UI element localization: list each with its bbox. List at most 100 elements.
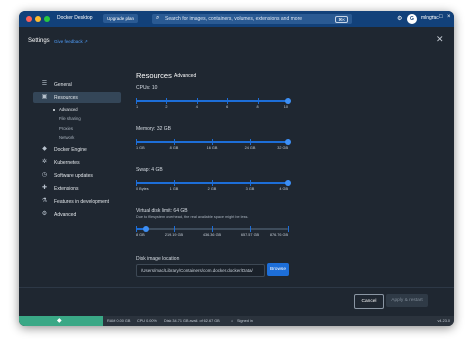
sidebar-item-docker-engine[interactable]: ◆ Docker Engine [33,144,121,155]
sidebar-item-resources[interactable]: ▣ Resources [33,92,121,103]
sidebar-item-extensions[interactable]: ✚ Extensions [33,183,121,194]
slider-fill [136,100,288,102]
sidebar-item-kubernetes[interactable]: ✲ Kubernetes [33,157,121,168]
slider-thumb[interactable] [142,225,149,232]
slider-tick [288,226,289,232]
memory-slider[interactable]: 1 GB 8 GB 16 GB 24 GB 32 GB [136,138,291,150]
active-sub-dot [53,109,55,111]
cpus-label: CPUs: 10 [136,85,158,91]
swap-slider[interactable]: 0 Bytes 1 GB 2 GB 3 GB 4 GB [136,179,291,191]
settings-gear-icon[interactable]: ⚙ [397,15,402,22]
slider-tick [212,180,213,186]
tab-advanced[interactable]: Advanced [174,73,196,79]
disk-limit-slider[interactable]: 8 GB 219.19 GB 436.36 GB 657.57 GB 876.76 GB [136,225,289,237]
status-bar: ◆ RAM 0.00 GB CPU 0.00% Disk 34.71 GB av… [19,316,454,326]
slider-thumb[interactable] [285,97,291,104]
slider-tick-label: 0 Bytes [136,187,149,191]
sidebar-item-software-updates[interactable]: ◷ Software updates [33,170,121,181]
slider-tick [196,98,198,104]
slider-tick-label: 8 [256,105,259,109]
username[interactable]: mlngrac [421,15,439,21]
slider-tick [136,139,137,145]
disk-limit-label: Virtual disk limit: 64 GB [136,208,188,214]
engine-status-block[interactable]: ◆ [19,316,103,326]
slider-tick-label: 16 GB [206,146,218,150]
maximize-window-button[interactable] [44,16,50,22]
apply-restart-button[interactable]: Apply & restart [386,294,428,307]
slider-tick-label: 1 GB [169,187,179,191]
slider-tick [250,226,251,232]
give-feedback-link[interactable]: Give feedback ↗ [54,39,88,45]
ram-usage: RAM 0.00 GB [107,318,131,323]
disk-limit-note: Due to filesystem overhead, the real ava… [136,215,249,219]
slider-tick-label: 8 GB [136,233,145,237]
sub-item-proxies[interactable]: Proxies [59,126,73,131]
sidebar-item-label: Features in development [54,199,110,205]
slider-tick-label: 2 [165,105,168,109]
sidebar-item-general[interactable]: ☰ General [33,79,121,90]
slider-thumb[interactable] [285,138,291,145]
slider-tick-label: 436.36 GB [202,233,222,237]
gear-icon: ⚙ [41,211,48,217]
sliders-icon: ☰ [41,81,48,87]
whale-icon: ◆ [57,318,62,324]
search-shortcut: ⌘K [335,15,348,23]
close-window-button[interactable] [26,16,32,22]
sidebar-item-label: Extensions [54,186,79,192]
settings-header: Settings Give feedback ↗ ✕ [19,27,454,53]
sub-item-file-sharing[interactable]: File sharing [59,116,81,121]
slider-thumb[interactable] [285,179,291,186]
puzzle-icon: ✚ [41,185,48,191]
clock-icon: ◷ [41,172,48,178]
slider-tick-label: 32 GB [277,146,288,150]
sidebar-item-label: Kubernetes [54,160,80,166]
slider-tick-label: 3 GB [245,187,255,191]
global-search[interactable]: ⌕ Search for images, containers, volumes… [152,14,352,24]
disk-image-path-field[interactable]: /Users/mac/Library/Containers/com.docker… [136,264,265,277]
slider-tick [212,139,213,145]
sidebar-item-label: Resources [54,95,78,101]
minimize-window-button[interactable] [35,16,41,22]
close-icon[interactable]: × [447,14,451,20]
sidebar-item-label: General [54,82,72,88]
slider-tick-label: 8 GB [169,146,179,150]
sidebar-item-advanced[interactable]: ⚙ Advanced [33,209,121,220]
slider-tick-label: 24 GB [244,146,256,150]
sidebar-item-label: Advanced [54,212,77,218]
slider-tick [174,180,175,186]
disk-usage: Disk 34.71 GB avail. of 62.67 GB [164,318,220,323]
sidebar-item-label: Docker Engine [54,147,87,153]
sub-item-advanced[interactable]: Advanced [59,107,78,112]
sub-item-network[interactable]: Network [59,135,74,140]
cpu-usage: CPU 0.00% [137,318,157,323]
slider-tick-label: 2 GB [207,187,217,191]
slider-tick [250,139,251,145]
slider-tick-label: 1 GB [136,146,145,150]
slider-tick-label: 1 [136,105,139,109]
page-title: Settings [28,38,50,44]
close-settings-icon[interactable]: ✕ [436,34,444,45]
slider-tick-label: 6 [226,105,229,109]
upgrade-plan-button[interactable]: Upgrade plan [103,14,139,23]
slider-tick-label: 4 [195,105,198,109]
sidebar-item-features-in-development[interactable]: ⚗ Features in development [33,196,121,207]
whale-icon: ◆ [42,146,47,152]
cancel-button[interactable]: Cancel [354,294,384,309]
slider-tick [136,180,137,186]
minimize-icon[interactable]: − [431,14,435,20]
slider-tick-label: 876.76 GB [269,233,288,237]
docker-desktop-window: Docker Desktop Upgrade plan ⌕ Search for… [19,11,454,326]
disk-image-path: /Users/mac/Library/Containers/com.docker… [141,268,253,273]
signin-status[interactable]: Signed in [237,319,253,323]
slider-tick [227,98,229,104]
browse-button[interactable]: Browse [267,263,289,276]
maximize-icon[interactable]: □ [439,14,443,20]
slider-tick [136,226,137,232]
slider-tick-label: 219.19 GB [164,233,184,237]
avatar[interactable]: G [407,14,417,24]
app-name: Docker Desktop [57,15,93,21]
panel-title: Resources [136,71,172,80]
slider-tick-label: 10 [283,105,288,109]
resources-icon: ▣ [41,94,48,100]
cpus-slider[interactable]: 1 2 4 6 8 10 [136,97,291,109]
